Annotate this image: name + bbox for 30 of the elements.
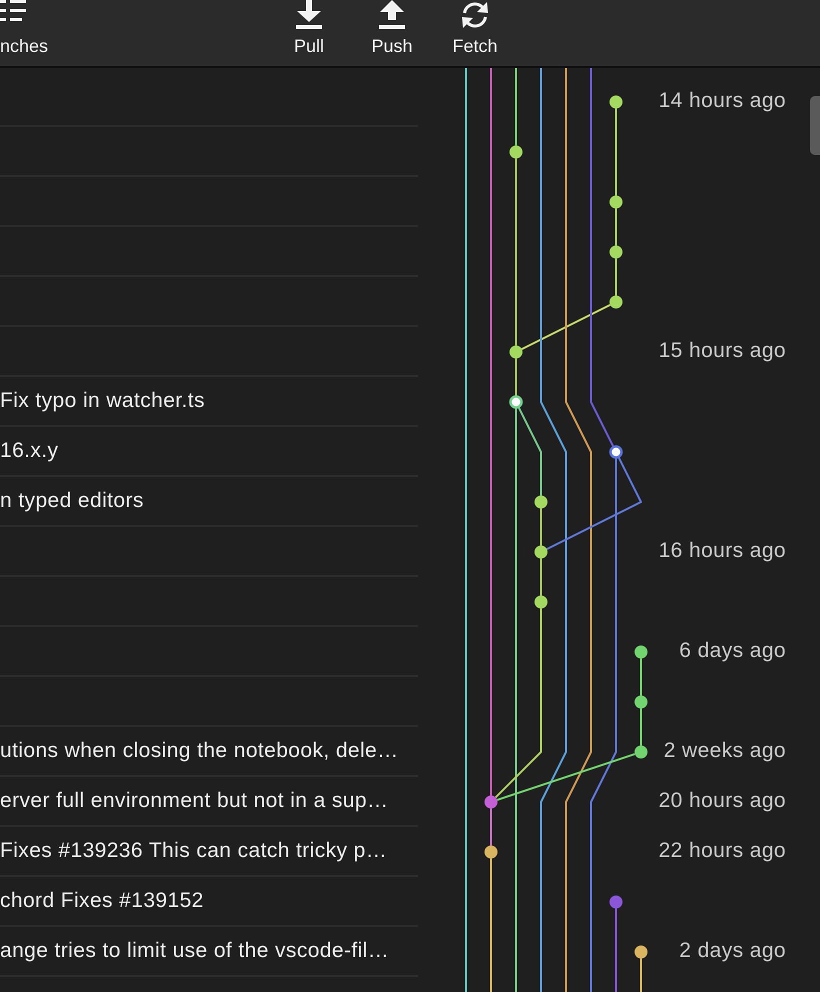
branch-line	[640, 958, 642, 992]
commit-time: 6 days ago	[679, 639, 786, 663]
scrollbar-thumb[interactable]	[810, 96, 820, 155]
commit-message: Fixes #139236 This can catch tricky p…	[0, 839, 388, 863]
commit-time: 15 hours ago	[658, 339, 786, 363]
commit-message: n typed editors	[0, 489, 144, 513]
list-icon	[0, 0, 26, 21]
commit-message: ange tries to limit use of the vscode-fil…	[0, 939, 390, 963]
commit-time: 14 hours ago	[658, 89, 786, 113]
commit-time: 22 hours ago	[658, 839, 786, 863]
arrow-down-icon	[296, 0, 322, 29]
commit-time: 2 days ago	[679, 939, 786, 963]
branch-line	[640, 708, 642, 746]
fetch-button[interactable]: Fetch	[440, 0, 510, 66]
commit-time: 16 hours ago	[658, 539, 786, 563]
commit-message: erver full environment but not in a sup…	[0, 789, 388, 813]
arrow-up-icon	[379, 0, 405, 29]
commit-message: chord Fixes #139152	[0, 889, 204, 913]
commit-message: utions when closing the notebook, dele…	[0, 739, 399, 763]
commit-message: Fix typo in watcher.ts	[0, 389, 205, 413]
branch-line	[515, 358, 517, 396]
commit-message: 16.x.y	[0, 439, 58, 463]
commit-time: 2 weeks ago	[664, 739, 786, 763]
branch-line	[490, 808, 492, 846]
refresh-icon	[460, 0, 490, 30]
push-button[interactable]: Push	[357, 0, 427, 66]
commit-time: 20 hours ago	[658, 789, 786, 813]
branches-button[interactable]: nches	[0, 0, 50, 66]
pull-button[interactable]: Pull	[274, 0, 344, 66]
branch-line	[640, 658, 642, 696]
